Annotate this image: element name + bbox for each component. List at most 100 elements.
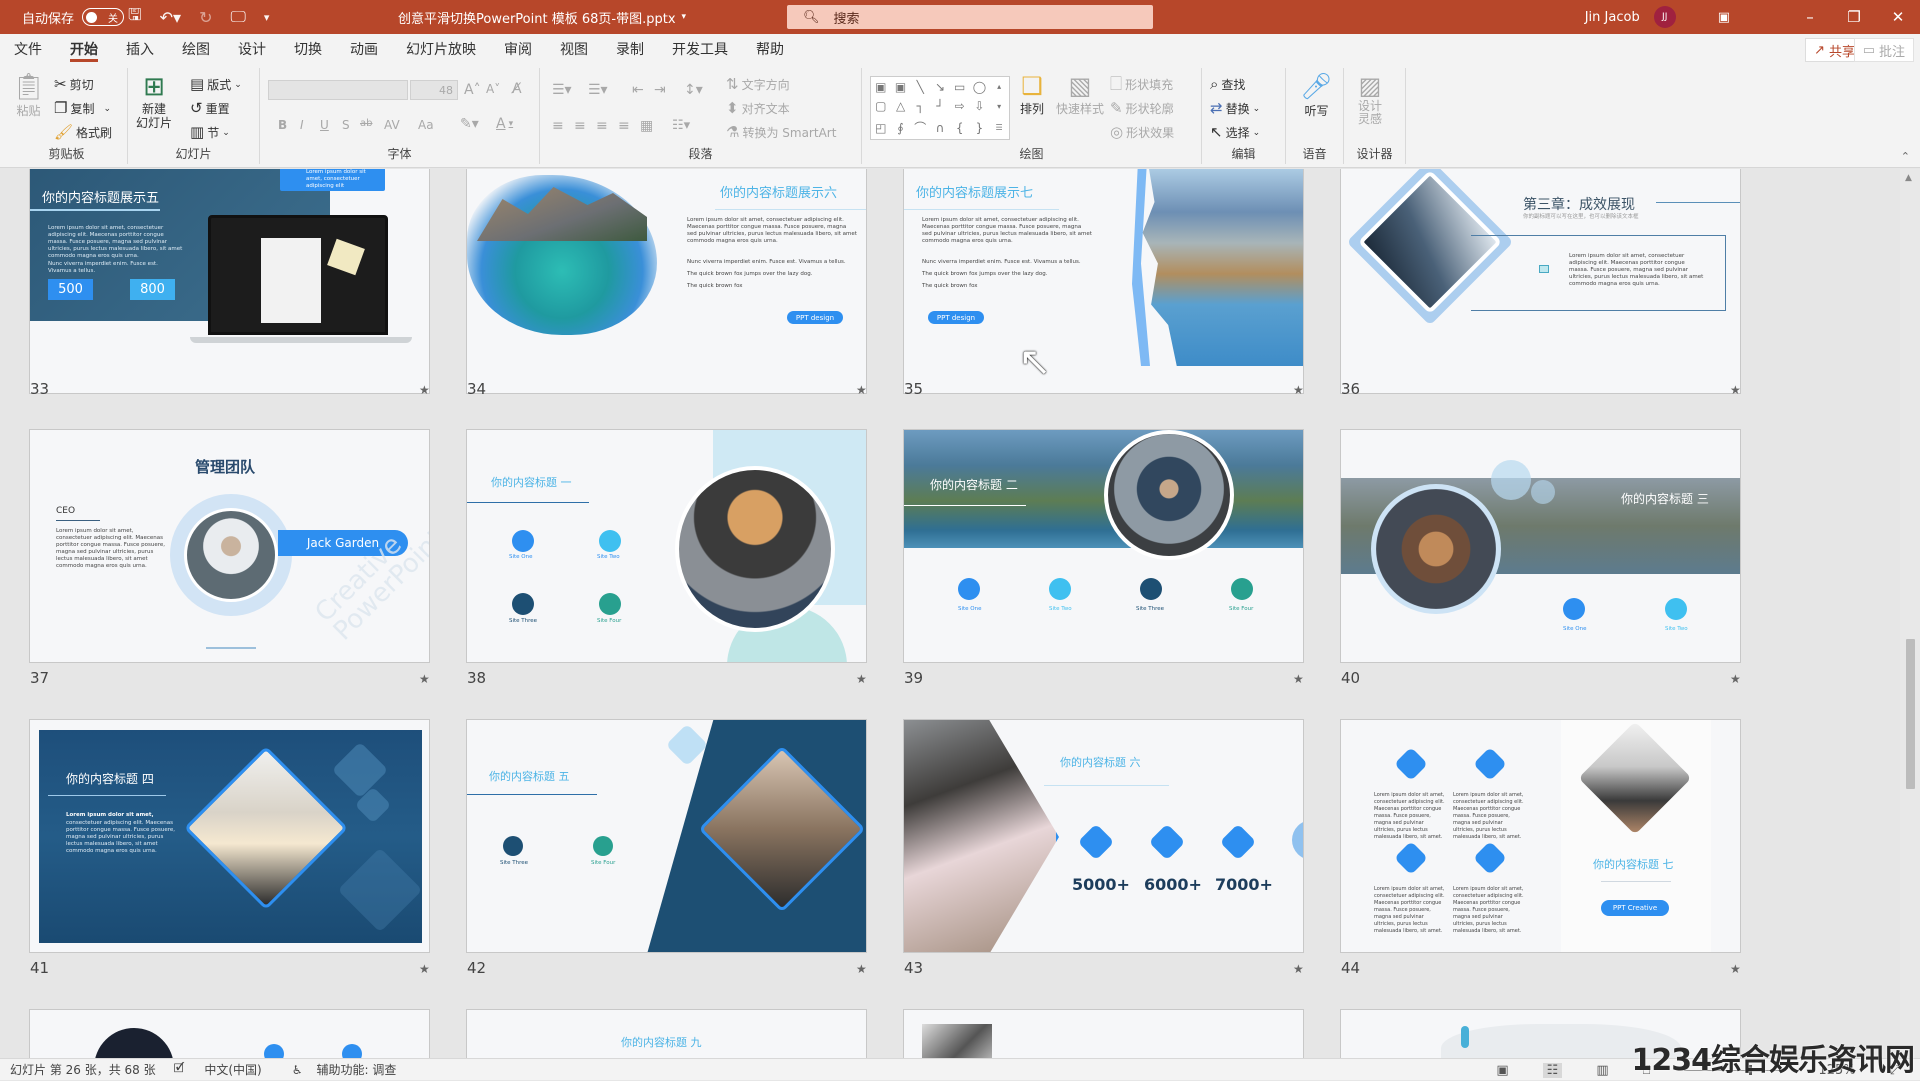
distributed-icon[interactable]: ▦ [640,118,653,134]
shadow-button[interactable]: S [342,118,350,132]
new-slide-button[interactable]: ⊞ 新建 幻灯片 [136,74,172,130]
left-brace-shape-icon[interactable]: { [956,121,964,135]
scroll-up-icon[interactable]: ▲ [1905,173,1912,183]
redo-icon[interactable]: ↻ [199,8,212,27]
align-left-icon[interactable]: ≡ [552,118,564,134]
copy-button[interactable]: ❐ 复制 ⌄ [54,100,111,117]
tab-draw[interactable]: 绘图 [168,34,224,64]
avatar[interactable]: JJ [1653,6,1676,28]
change-case-button[interactable]: Aa [418,118,434,132]
shape-outline-button[interactable]: ✎ 形状轮廓 [1110,100,1174,117]
align-text-button[interactable]: ⬍ 对齐文本 [726,100,790,117]
find-button[interactable]: ⌕ 查找 [1210,76,1245,93]
tab-slideshow[interactable]: 幻灯片放映 [392,34,490,64]
highlight-icon[interactable]: ✎▾ [460,116,479,132]
convert-smartart-button[interactable]: ⚗ 转换为 SmartArt [726,124,836,141]
autosave-toggle[interactable]: 关 [82,8,125,26]
right-brace-shape-icon[interactable]: } [976,121,984,135]
tab-view[interactable]: 视图 [546,34,602,64]
clear-formatting-icon[interactable]: A̸ [512,81,522,97]
design-ideas-button[interactable]: ▨ 设计 灵感 [1358,74,1382,126]
rounded-rect-shape-icon[interactable]: ▢ [875,99,886,113]
reset-button[interactable]: ↺ 重置 [190,100,230,117]
grow-font-icon[interactable]: A˄ [464,82,481,98]
shrink-font-icon[interactable]: A˅ [486,82,500,96]
language-indicator[interactable]: 中文(中国) [204,1061,261,1078]
connector-shape-icon[interactable]: ┐ [917,99,924,113]
tab-record[interactable]: 录制 [602,34,658,64]
underline-button[interactable]: U [320,118,329,132]
elbow-connector-shape-icon[interactable]: ┘ [936,99,943,113]
shape-effects-button[interactable]: ◎ 形状效果 [1110,124,1174,141]
bold-button[interactable]: B [278,118,287,132]
slide-thumbnail-39[interactable]: 你的内容标题 二 Site One Site Two Site Three Si… [903,429,1304,663]
text-direction-button[interactable]: ⇅ 文字方向 [726,76,790,93]
slide-thumbnail-37[interactable]: 管理团队 CEO Lorem ipsum dolor sit amet, con… [29,429,430,663]
user-account[interactable]: Jin Jacob JJ ▣ [1585,0,1730,34]
down-arrow-shape-icon[interactable]: ⇩ [974,99,984,113]
flowchart-shape-icon[interactable]: ◰ [875,121,886,135]
restore-icon[interactable]: ❐ [1832,8,1876,26]
tab-design[interactable]: 设计 [224,34,280,64]
collapse-ribbon-icon[interactable]: ⌃ [1901,150,1910,163]
oval-shape-icon[interactable]: ◯ [973,80,986,94]
search-box[interactable]: 🔍︎ 搜索 [787,5,1153,29]
save-icon[interactable]: 🖫 [128,4,142,31]
tab-transitions[interactable]: 切换 [280,34,336,64]
tab-insert[interactable]: 插入 [112,34,168,64]
line-spacing-icon[interactable]: ↕▾ [684,82,703,98]
slide-thumbnail-38[interactable]: 你的内容标题 一 Site One Site Two Site Three Si… [466,429,867,663]
comments-button[interactable]: ▭ 批注 [1853,38,1914,62]
slide-sorter-view-icon[interactable]: ☷ [1542,1062,1563,1078]
section-button[interactable]: ▥ 节 ⌄ [190,124,230,141]
vertical-scrollbar[interactable]: ▲ [1900,169,1920,1068]
slide-thumbnail-44[interactable]: Lorem ipsum dolor sit amet, consectetuer… [1340,719,1741,953]
gallery-more-icon[interactable]: ☰ [996,123,1003,132]
cut-button[interactable]: ✂ 剪切 [54,76,94,93]
slide-thumbnail-33[interactable]: 你的内容标题展示五 Lorem ipsum dolor sit amet, co… [29,169,430,394]
numbering-icon[interactable]: ☰▾ [588,82,608,98]
replace-button[interactable]: ⇄ 替换 ⌄ [1210,100,1260,117]
align-right-icon[interactable]: ≡ [596,118,608,134]
decrease-indent-icon[interactable]: ⇤ [632,82,644,98]
ribbon-display-options-icon[interactable]: ▣ [1718,10,1730,25]
autosave[interactable]: 自动保存 关 [22,0,125,34]
scrollbar-thumb[interactable] [1906,639,1915,789]
close-icon[interactable]: ✕ [1876,8,1920,26]
tab-file[interactable]: 文件 [0,34,56,64]
accessibility-status[interactable]: ♿︎ 辅助功能: 调查 [282,1061,397,1078]
columns-icon[interactable]: ☷▾ [672,118,690,133]
tab-animations[interactable]: 动画 [336,34,392,64]
tab-help[interactable]: 帮助 [742,34,798,64]
shapes-gallery[interactable]: ▣ ▣ ╲ ↘ ▭ ◯ ▴ ▢ △ ┐ ┘ ⇨ ⇩ ▾ ◰ ∮ ⌒ ∩ {} ☰ [870,76,1010,140]
gallery-scroll-up-icon[interactable]: ▴ [997,82,1001,91]
tab-review[interactable]: 审阅 [490,34,546,64]
paste-button[interactable]: 📋︎ 粘贴 [12,74,45,119]
arrow-line-shape-icon[interactable]: ↘ [935,80,945,94]
reading-view-icon[interactable]: ▥ [1596,1063,1608,1078]
bullets-icon[interactable]: ☰▾ [552,82,572,98]
dictate-button[interactable]: 🎤︎ 听写 [1300,74,1333,119]
font-color-icon[interactable]: A ▾ [496,116,513,132]
slide-thumbnail-41[interactable]: 你的内容标题 四 Lorem ipsum dolor sit amet, con… [29,719,430,953]
increase-indent-icon[interactable]: ⇥ [654,82,666,98]
layout-button[interactable]: ▤ 版式 ⌄ [190,76,242,93]
slide-thumbnail-35[interactable]: 你的内容标题展示七 Lorem ipsum dolor sit amet, co… [903,169,1304,394]
shape-fill-button[interactable]: 🗌︎ 形状填充 [1110,76,1173,93]
slide-thumbnail-42[interactable]: 你的内容标题 五 Site Three Site Four [466,719,867,953]
normal-view-icon[interactable]: ▣ [1496,1063,1508,1078]
gallery-scroll-down-icon[interactable]: ▾ [997,102,1001,111]
tab-developer[interactable]: 开发工具 [658,34,742,64]
rectangle-shape-icon[interactable]: ▭ [954,80,965,94]
freeform-shape-icon[interactable]: ∮ [897,121,903,135]
slide-thumbnail-34[interactable]: 你的内容标题展示六 Lorem ipsum dolor sit amet, co… [466,169,867,394]
font-name-box[interactable] [268,80,408,100]
character-spacing-button[interactable]: AV [384,118,400,132]
present-from-start-icon[interactable]: 🖵 [230,7,245,27]
italic-button[interactable]: I [300,118,304,132]
slide-thumbnail-36[interactable]: 第三章：成效展现 你的副标题可以写在这里，也可以删除该文本框 Lorem ips… [1340,169,1741,394]
justify-icon[interactable]: ≡ [618,118,630,134]
textbox-shape-icon[interactable]: ▣ [875,80,886,94]
vertical-textbox-shape-icon[interactable]: ▣ [895,80,906,94]
undo-icon[interactable]: ↶▾ [160,8,181,27]
